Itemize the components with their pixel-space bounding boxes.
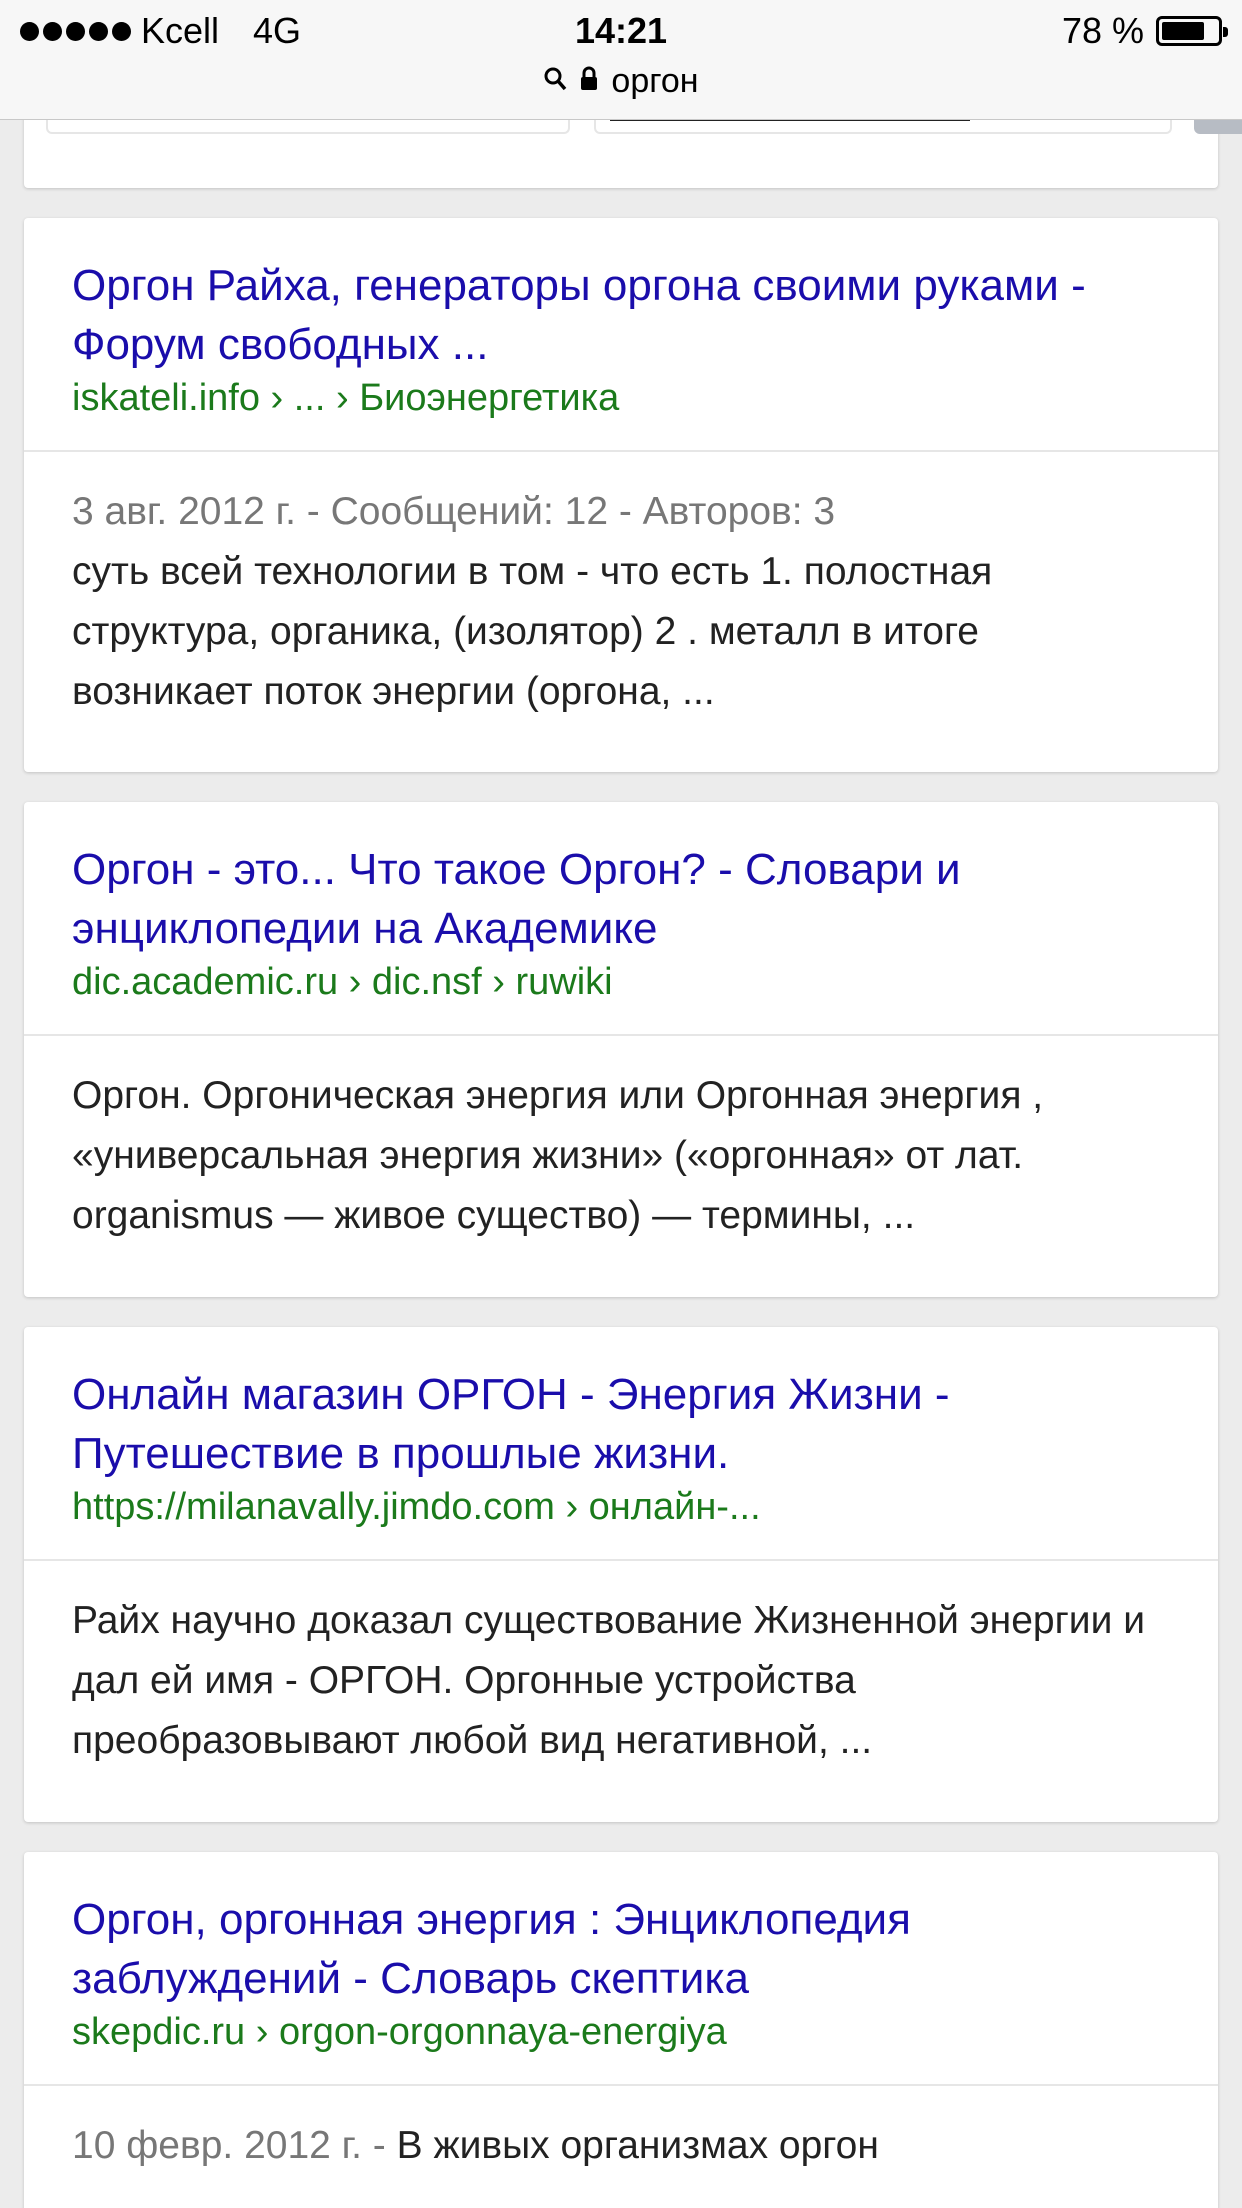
result-snippet-block: Оргон. Оргоническая энергия или Оргонная… xyxy=(24,1036,1218,1246)
battery-icon xyxy=(1156,16,1228,46)
result-url[interactable]: skepdic.ru › orgon-orgonnaya-energiya xyxy=(72,2008,1170,2056)
result-url[interactable]: iskateli.info › ... › Биоэнергетика xyxy=(72,374,1170,422)
url-text: оргон xyxy=(611,61,699,100)
search-result-card: Оргон - это... Что такое Оргон? - Словар… xyxy=(24,802,1218,1297)
search-result-card: Оргон Райха, генераторы оргона своими ру… xyxy=(24,218,1218,772)
result-snippet: Оргон. Оргоническая энергия или Оргонная… xyxy=(72,1074,1044,1237)
result-snippet: В живых организмах оргон xyxy=(396,2124,879,2167)
result-title-link[interactable]: Оргон, оргонная энергия : Энциклопедия з… xyxy=(72,1852,1170,2008)
address-bar[interactable]: оргон xyxy=(0,56,1242,106)
search-icon xyxy=(543,66,567,97)
battery-percent: 78 % xyxy=(1061,10,1144,51)
lock-icon xyxy=(579,66,599,97)
result-snippet-block: 10 февр. 2012 г. - В живых организмах ор… xyxy=(24,2086,1218,2176)
result-meta: 10 февр. 2012 г. - xyxy=(72,2124,397,2167)
result-snippet-block: Райх научно доказал существование Жизнен… xyxy=(24,1561,1218,1771)
status-bar: Kcell 4G 14:21 78 % xyxy=(0,0,1242,62)
search-result-card: Онлайн магазин ОРГОН - Энергия Жизни - П… xyxy=(24,1327,1218,1822)
result-title-link[interactable]: Оргон Райха, генераторы оргона своими ру… xyxy=(72,218,1170,374)
result-snippet: суть всей технологии в том - что есть 1.… xyxy=(72,550,993,713)
result-snippet-block: 3 авг. 2012 г. - Сообщений: 12 - Авторов… xyxy=(24,452,1218,722)
search-result-card: Оргон, оргонная энергия : Энциклопедия з… xyxy=(24,1852,1218,2208)
result-snippet: Райх научно доказал существование Жизнен… xyxy=(72,1599,1145,1762)
result-title-link[interactable]: Онлайн магазин ОРГОН - Энергия Жизни - П… xyxy=(72,1327,1170,1483)
result-url[interactable]: https://milanavally.jimdo.com › онлайн-.… xyxy=(72,1483,1170,1531)
result-meta: 3 авг. 2012 г. - Сообщений: 12 - Авторов… xyxy=(72,490,836,533)
result-url[interactable]: dic.academic.ru › dic.nsf › ruwiki xyxy=(72,958,1170,1006)
result-title-link[interactable]: Оргон - это... Что такое Оргон? - Словар… xyxy=(72,802,1170,958)
top-bar: Kcell 4G 14:21 78 % оргон xyxy=(0,0,1242,120)
clock: 14:21 xyxy=(574,10,668,51)
